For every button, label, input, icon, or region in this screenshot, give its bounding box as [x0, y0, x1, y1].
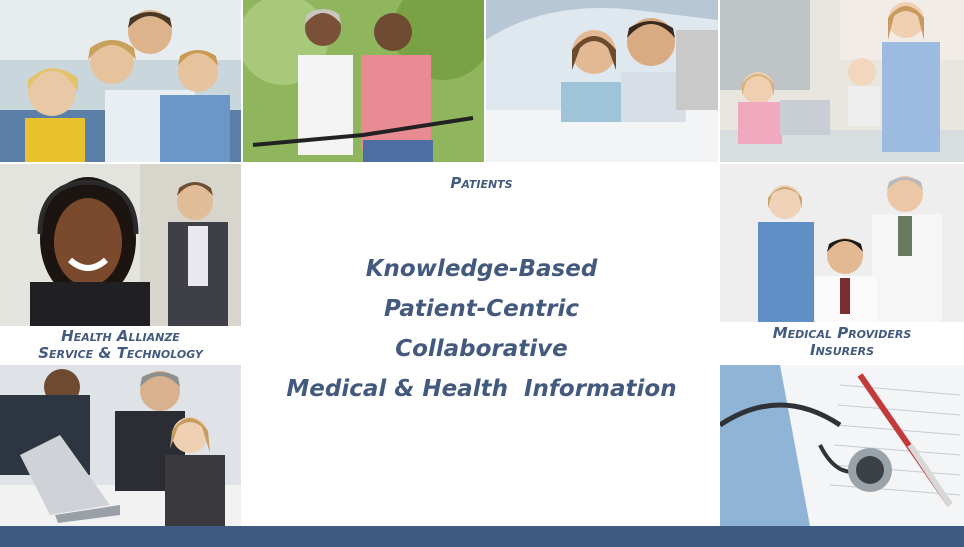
couple-in-car-photo	[486, 0, 718, 162]
health-allianze-line1: Health Allianze	[61, 327, 180, 345]
couple-biking-photo	[243, 0, 484, 162]
medical-staff-photo	[720, 164, 964, 322]
headline-medical-health-information: Medical & Health Information	[286, 376, 677, 402]
stethoscope-paperwork-photo	[720, 365, 964, 526]
headline-patient-centric: Patient-Centric	[383, 296, 579, 322]
headline-knowledge-based: Knowledge-Based	[365, 256, 598, 282]
mother-children-kitchen-photo	[720, 0, 964, 162]
medical-providers-line1: Medical Providers	[772, 324, 912, 342]
medical-providers-caption: Medical Providers Insurers	[720, 324, 964, 360]
call-center-agent-photo	[0, 164, 241, 326]
health-allianze-caption: Health Allianze Service & Technology	[0, 327, 241, 363]
health-allianze-line2: Service & Technology	[38, 344, 203, 363]
patients-label: Patients	[450, 174, 513, 192]
bottom-bar	[0, 526, 964, 547]
business-meeting-photo	[0, 365, 241, 526]
insurers-line2: Insurers	[809, 341, 875, 360]
patients-caption: Patients	[243, 174, 720, 192]
family-photo	[0, 0, 241, 162]
headline-collaborative: Collaborative	[395, 336, 568, 362]
